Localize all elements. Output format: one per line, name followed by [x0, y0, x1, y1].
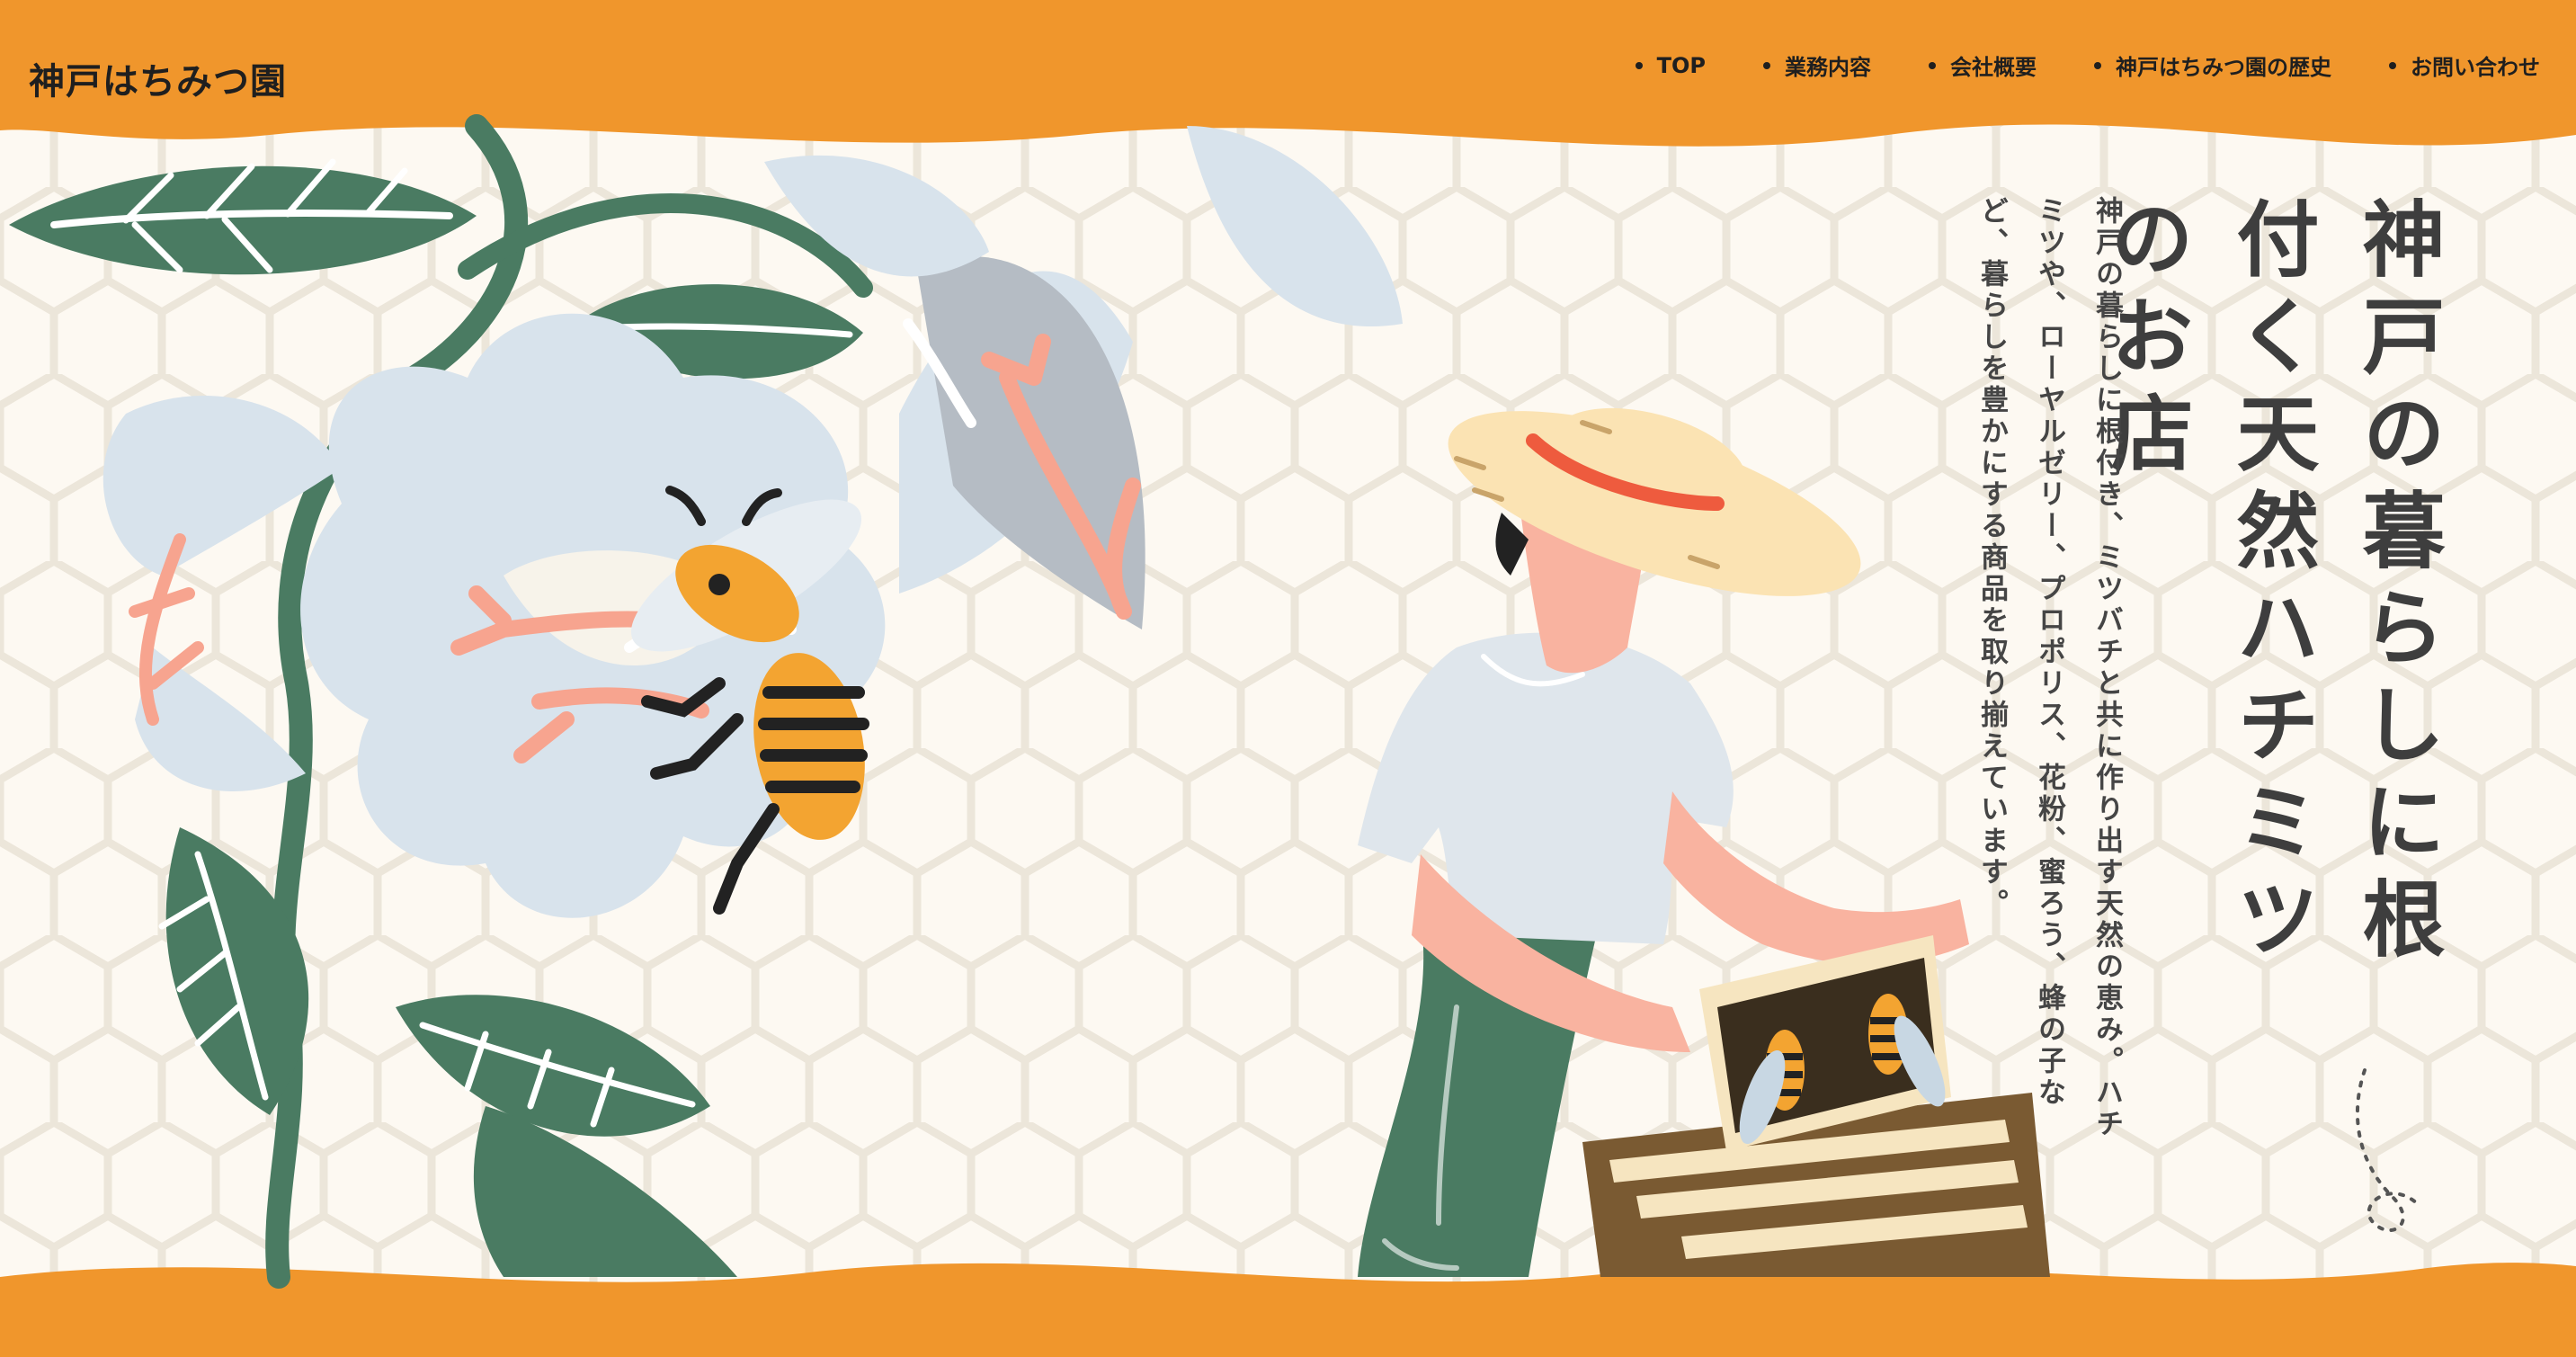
bullet-icon	[1763, 61, 1770, 69]
nav-item-top[interactable]: TOP	[1635, 49, 1706, 81]
hero-headline: 神戸の暮らしに根付く天然ハチミツのお店	[2097, 196, 2445, 973]
site-header: 神戸はちみつ園 TOP 業務内容 会社概要 神戸はちみつ園の歴史 お問い合わせ	[0, 0, 2576, 135]
nav-item-label: 業務内容	[1785, 55, 1871, 80]
nav-item-label: お問い合わせ	[2411, 55, 2540, 80]
main-nav: TOP 業務内容 会社概要 神戸はちみつ園の歴史 お問い合わせ	[1635, 49, 2540, 81]
nav-item-label: 神戸はちみつ園の歴史	[2116, 55, 2331, 80]
nav-item-company[interactable]: 会社概要	[1929, 49, 2037, 81]
nav-item-label: 会社概要	[1950, 55, 2037, 80]
bullet-icon	[2094, 61, 2101, 69]
nav-item-label: TOP	[1656, 52, 1706, 78]
bullet-icon	[2389, 61, 2396, 69]
nav-item-history[interactable]: 神戸はちみつ園の歴史	[2094, 49, 2331, 81]
nav-item-services[interactable]: 業務内容	[1763, 49, 1871, 81]
bullet-icon	[1929, 61, 1936, 69]
nav-item-contact[interactable]: お問い合わせ	[2389, 49, 2540, 81]
site-logo-title[interactable]: 神戸はちみつ園	[29, 52, 287, 104]
bullet-icon	[1635, 61, 1643, 69]
hero-lead-text: 神戸の暮らしに根付き、ミツバチと共に作り出す天然の恵み。ハチミツや、ローヤルゼリ…	[1975, 196, 2123, 1140]
